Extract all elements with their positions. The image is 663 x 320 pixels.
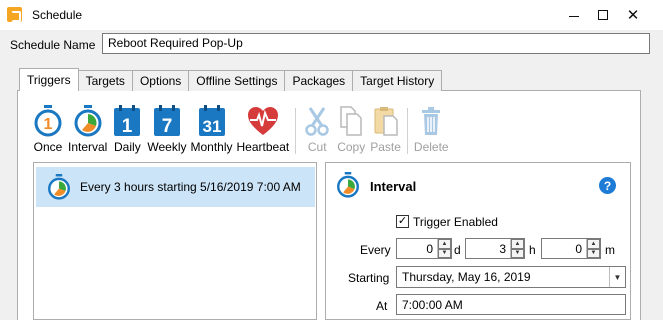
close-icon: ✕ [626, 7, 640, 24]
tab-offline-settings[interactable]: Offline Settings [188, 70, 286, 91]
tab-strip: Triggers Targets Options Offline Setting… [19, 68, 443, 91]
minutes-unit: m [605, 243, 615, 257]
tab-options[interactable]: Options [131, 70, 190, 91]
trigger-list[interactable]: Every 3 hours starting 5/16/2019 7:00 AM [33, 162, 317, 320]
trigger-enabled-checkbox[interactable]: ✓ [396, 215, 409, 228]
help-icon[interactable]: ? [599, 177, 616, 194]
delete-button[interactable]: Delete [412, 104, 451, 154]
heartbeat-button[interactable]: Heartbeat [235, 104, 292, 154]
stopwatch-1-icon: 1 [34, 105, 62, 137]
cut-button[interactable]: Cut [300, 104, 334, 154]
schedule-name-label: Schedule Name [10, 38, 96, 52]
tab-targets[interactable]: Targets [77, 70, 133, 91]
weekly-button[interactable]: 7 Weekly [145, 104, 188, 154]
trigger-toolbar: 1 Once Interval 1 Daily 7 Weekly 31 Mont… [30, 104, 451, 154]
paste-icon [374, 107, 398, 136]
once-label: Once [33, 140, 63, 154]
stopwatch-interval-icon [337, 172, 359, 198]
daily-button[interactable]: 1 Daily [109, 104, 145, 154]
close-button[interactable]: ✕ [618, 0, 648, 30]
chevron-down-icon[interactable]: ▼ [609, 267, 625, 287]
detail-title: Interval [370, 179, 417, 194]
interval-label: Interval [68, 140, 108, 154]
app-logo-icon [7, 7, 22, 22]
tab-triggers[interactable]: Triggers [19, 68, 79, 91]
tab-packages[interactable]: Packages [284, 70, 354, 91]
starting-date-select[interactable]: Thursday, May 16, 2019 ▼ [396, 266, 626, 288]
stopwatch-interval-icon [48, 174, 70, 200]
window-title: Schedule [32, 8, 83, 22]
copy-button[interactable]: Copy [334, 104, 368, 154]
minutes-stepper[interactable]: 0 ▲ ▼ [541, 238, 601, 259]
monthly-button[interactable]: 31 Monthly [188, 104, 234, 154]
trash-icon [422, 107, 441, 135]
minutes-value: 0 [575, 241, 582, 256]
maximize-icon [598, 10, 608, 20]
copy-icon [340, 106, 362, 136]
daily-label: Daily [114, 140, 141, 154]
list-item[interactable]: Every 3 hours starting 5/16/2019 7:00 AM [36, 167, 315, 207]
calendar-31-icon: 31 [198, 105, 225, 136]
paste-label: Paste [370, 140, 401, 154]
scissors-icon [305, 107, 329, 136]
cut-label: Cut [307, 140, 327, 154]
paste-button[interactable]: Paste [368, 104, 403, 154]
days-unit: d [454, 243, 461, 257]
minutes-up-icon[interactable]: ▲ [587, 239, 600, 249]
once-button[interactable]: 1 Once [30, 104, 66, 154]
hours-stepper[interactable]: 3 ▲ ▼ [465, 238, 525, 259]
svg-text:7: 7 [162, 116, 173, 137]
days-stepper[interactable]: 0 ▲ ▼ [396, 238, 452, 259]
tab-target-history[interactable]: Target History [352, 70, 443, 91]
minimize-button[interactable] [559, 0, 589, 30]
interval-button[interactable]: Interval [66, 104, 109, 154]
days-down-icon[interactable]: ▼ [438, 248, 451, 258]
title-bar: Schedule ✕ [0, 0, 663, 30]
trigger-description: Every 3 hours starting 5/16/2019 7:00 AM [80, 180, 301, 194]
starting-label: Starting [348, 271, 390, 285]
weekly-label: Weekly [147, 140, 187, 154]
every-label: Every [360, 243, 391, 257]
calendar-7-icon: 7 [153, 105, 180, 137]
stopwatch-interval-icon [74, 105, 102, 137]
heartbeat-icon [247, 107, 278, 135]
monthly-label: Monthly [190, 140, 233, 154]
trigger-enabled-label[interactable]: Trigger Enabled [413, 215, 498, 229]
toolbar-separator-2 [406, 108, 408, 154]
hours-unit: h [529, 243, 536, 257]
time-input[interactable]: 7:00:00 AM [396, 294, 626, 315]
hours-up-icon[interactable]: ▲ [511, 239, 524, 249]
hours-down-icon[interactable]: ▼ [511, 248, 524, 258]
svg-text:1: 1 [44, 116, 53, 133]
svg-text:31: 31 [202, 117, 221, 136]
hours-value: 3 [499, 241, 506, 256]
maximize-button[interactable] [588, 0, 618, 30]
schedule-name-input[interactable]: Reboot Required Pop-Up [102, 33, 650, 54]
delete-label: Delete [413, 140, 449, 154]
days-value: 0 [426, 241, 433, 256]
days-up-icon[interactable]: ▲ [438, 239, 451, 249]
minimize-icon [569, 15, 579, 17]
at-label: At [376, 299, 388, 313]
heartbeat-label: Heartbeat [236, 140, 290, 154]
starting-date-value: Thursday, May 16, 2019 [402, 270, 531, 284]
svg-text:1: 1 [122, 116, 133, 137]
toolbar-separator [295, 108, 297, 154]
copy-label: Copy [337, 140, 366, 154]
minutes-down-icon[interactable]: ▼ [587, 248, 600, 258]
calendar-1-icon: 1 [114, 105, 141, 137]
